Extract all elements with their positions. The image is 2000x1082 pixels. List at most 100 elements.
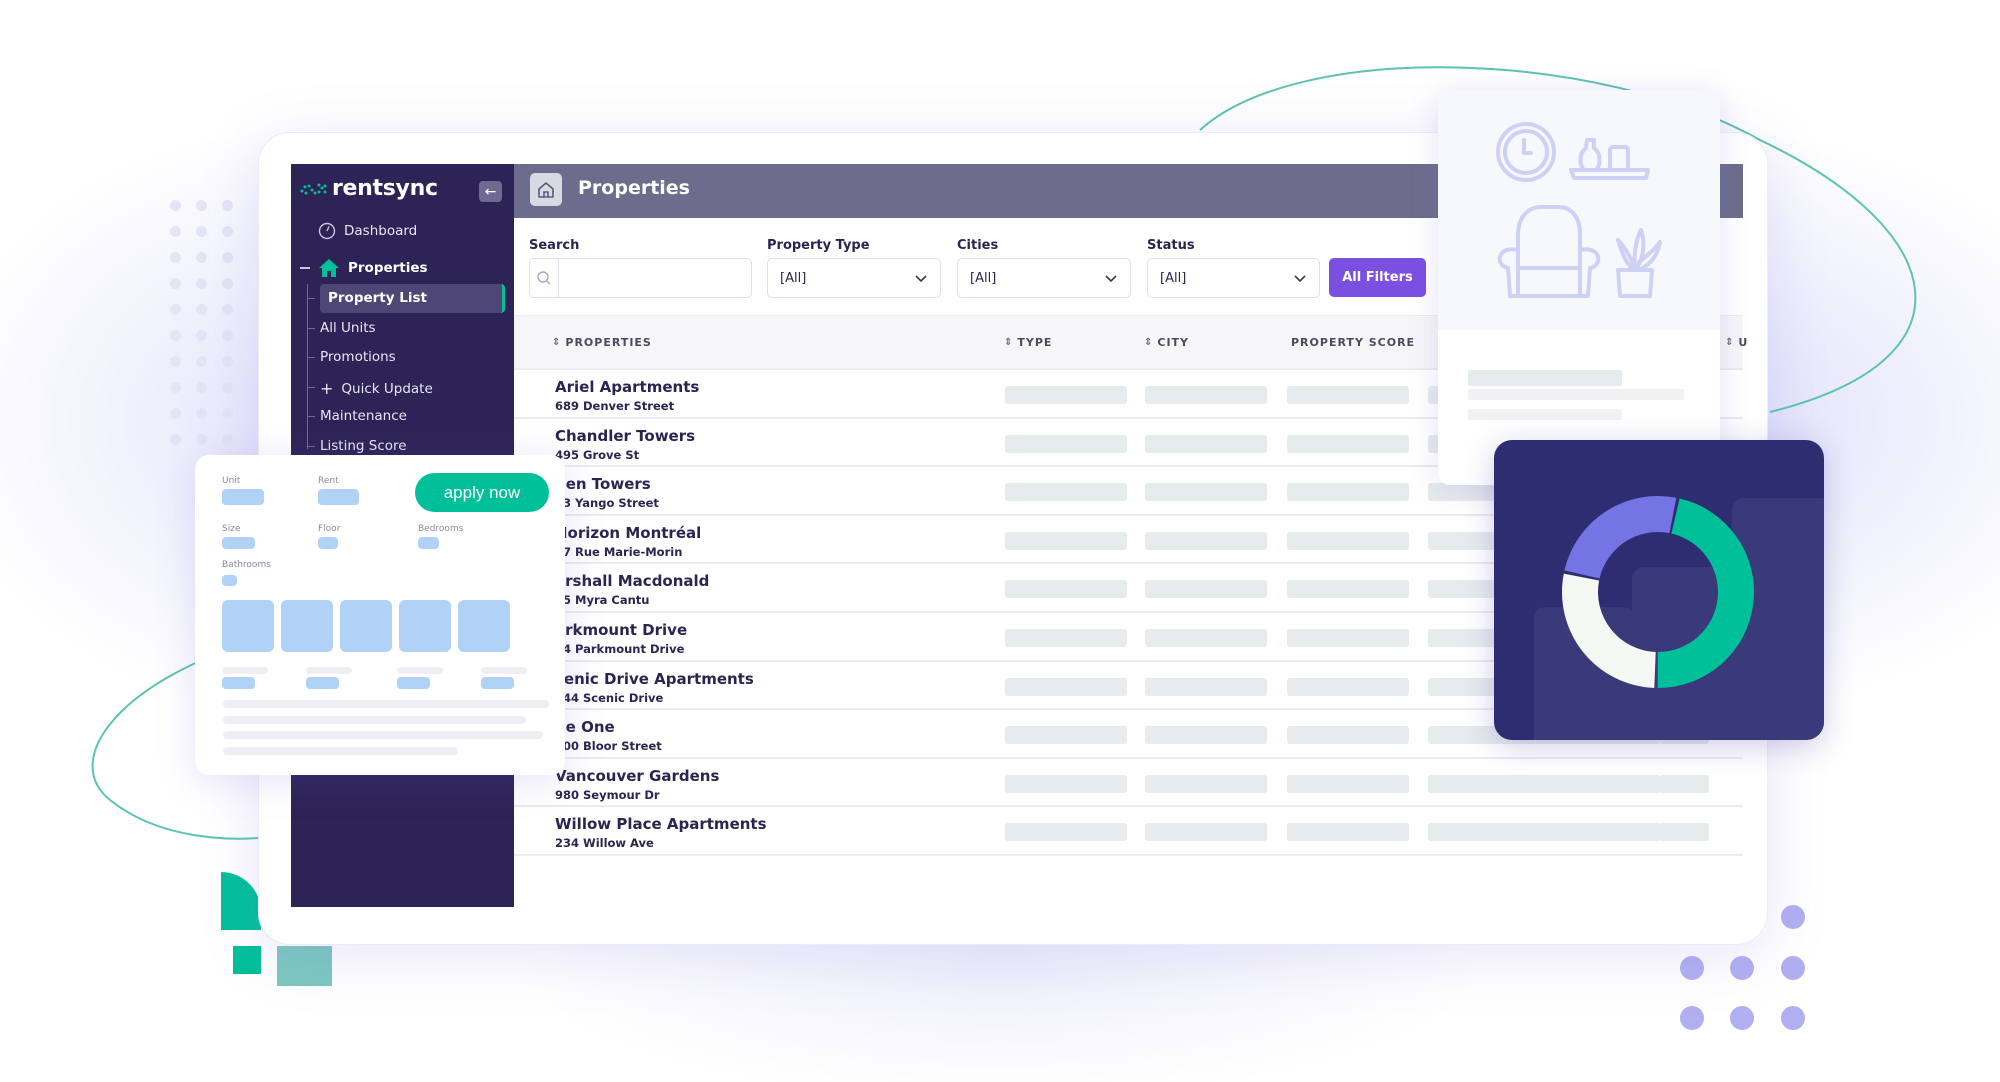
nav-tree-tick bbox=[307, 298, 315, 299]
decorative-teal-square bbox=[233, 946, 261, 974]
sidebar-item-label: Property List bbox=[328, 290, 427, 306]
sidebar-item-dashboard[interactable]: Dashboard bbox=[318, 222, 417, 240]
field-label-size: Size bbox=[222, 524, 241, 534]
cities-label: Cities bbox=[957, 238, 999, 253]
property-name[interactable]: Chandler Towers bbox=[555, 427, 695, 445]
sidebar-item-label: Properties bbox=[348, 260, 428, 276]
text-line-placeholder bbox=[223, 700, 549, 708]
status-label: Status bbox=[1147, 238, 1195, 253]
value-placeholder bbox=[222, 677, 255, 689]
text-line-placeholder bbox=[223, 731, 543, 739]
property-address: 73 Yango Street bbox=[555, 496, 659, 511]
table-row[interactable]: Vancouver Gardens 980 Seymour Dr bbox=[514, 759, 1743, 808]
field-value-placeholder bbox=[318, 537, 338, 549]
brand-logo[interactable]: rentsync bbox=[300, 176, 438, 201]
field-label-floor: Floor bbox=[318, 524, 341, 534]
collapse-sidebar-button[interactable]: ← bbox=[479, 181, 502, 202]
cell-placeholder bbox=[1145, 726, 1267, 745]
field-value-placeholder bbox=[222, 537, 255, 549]
text-placeholder bbox=[481, 667, 527, 674]
column-header-properties[interactable]: ⇕ PROPERTIES bbox=[552, 336, 652, 349]
cell-placeholder bbox=[1005, 531, 1127, 550]
page-title: Properties bbox=[578, 177, 690, 199]
cell-placeholder bbox=[1145, 580, 1267, 599]
nav-tree-tick bbox=[307, 416, 315, 417]
sidebar-item-label: Dashboard bbox=[344, 223, 418, 239]
cell-placeholder bbox=[1287, 726, 1409, 745]
property-address: 044 Scenic Drive bbox=[555, 690, 664, 705]
search-field[interactable] bbox=[529, 258, 752, 298]
value-placeholder bbox=[481, 677, 514, 689]
cell-placeholder bbox=[1428, 823, 1660, 842]
sidebar-item-label: Listing Score bbox=[320, 438, 407, 454]
property-address: 35 Myra Cantu bbox=[555, 593, 650, 608]
column-header-units[interactable]: ⇕ U bbox=[1725, 336, 1748, 349]
apply-now-button[interactable]: apply now bbox=[415, 473, 549, 512]
sort-icon: ⇕ bbox=[1725, 337, 1735, 348]
sidebar-item-all-units[interactable]: All Units bbox=[320, 320, 376, 336]
field-value-placeholder bbox=[222, 575, 237, 586]
search-input[interactable] bbox=[559, 259, 751, 297]
cell-placeholder bbox=[1287, 629, 1409, 647]
all-filters-button[interactable]: All Filters bbox=[1329, 258, 1426, 297]
status-select[interactable]: [All] bbox=[1147, 258, 1320, 298]
property-type-value: [All] bbox=[780, 270, 807, 286]
cell-placeholder bbox=[1428, 774, 1660, 793]
rentsync-logo-icon bbox=[300, 183, 327, 194]
nav-tree-tick bbox=[307, 387, 315, 388]
property-name[interactable]: Horizon Montréal bbox=[555, 524, 701, 542]
sidebar-item-properties[interactable]: Properties bbox=[300, 258, 428, 278]
column-header-type[interactable]: ⇕ TYPE bbox=[1004, 336, 1052, 349]
property-name[interactable]: arshall Macdonald bbox=[555, 572, 709, 590]
property-name[interactable]: Willow Place Apartments bbox=[555, 815, 767, 833]
property-address: 300 Bloor Street bbox=[555, 739, 662, 754]
title-placeholder bbox=[1468, 370, 1622, 386]
field-label-bathrooms: Bathrooms bbox=[222, 560, 271, 570]
property-name[interactable]: Ariel Apartments bbox=[555, 378, 699, 396]
sidebar-item-promotions[interactable]: Promotions bbox=[320, 349, 396, 365]
property-name[interactable]: arkmount Drive bbox=[555, 621, 687, 639]
text-placeholder bbox=[306, 667, 352, 674]
sidebar-item-label: Promotions bbox=[320, 349, 396, 365]
decorative-dot-grid bbox=[170, 200, 248, 460]
clock-icon bbox=[1496, 122, 1556, 182]
cell-placeholder bbox=[1005, 580, 1127, 599]
photo-thumbnail bbox=[222, 600, 274, 652]
sidebar-item-quick-update[interactable]: + Quick Update bbox=[320, 379, 433, 398]
property-name[interactable]: den Towers bbox=[555, 475, 651, 493]
sort-icon: ⇕ bbox=[1144, 337, 1154, 348]
search-icon bbox=[530, 259, 559, 297]
sort-icon: ⇕ bbox=[552, 337, 562, 348]
sidebar-item-property-list[interactable]: Property List bbox=[328, 290, 427, 306]
field-label-unit: Unit bbox=[222, 476, 241, 486]
cell-placeholder bbox=[1659, 823, 1709, 842]
donut-segment-teal bbox=[1657, 498, 1754, 688]
plant-icon bbox=[1616, 228, 1662, 298]
cell-placeholder bbox=[1145, 483, 1267, 502]
column-header-city[interactable]: ⇕ CITY bbox=[1144, 336, 1189, 349]
sidebar-item-maintenance[interactable]: Maintenance bbox=[320, 408, 407, 424]
field-value-placeholder bbox=[222, 489, 264, 505]
cell-placeholder bbox=[1287, 483, 1409, 502]
table-row[interactable]: Willow Place Apartments 234 Willow Ave bbox=[514, 807, 1743, 856]
furnishing-illustration bbox=[1496, 122, 1662, 298]
home-button[interactable] bbox=[530, 173, 562, 206]
nav-tree-line bbox=[307, 284, 308, 449]
cell-placeholder bbox=[1145, 531, 1267, 550]
brand-name: rentsync bbox=[332, 176, 438, 201]
column-header-property-score[interactable]: PROPERTY SCORE bbox=[1291, 336, 1415, 349]
cell-placeholder bbox=[1145, 774, 1267, 793]
property-name[interactable]: Vancouver Gardens bbox=[555, 767, 719, 785]
text-placeholder bbox=[1468, 409, 1622, 420]
property-name[interactable]: cenic Drive Apartments bbox=[555, 670, 754, 688]
sort-icon: ⇕ bbox=[1004, 337, 1014, 348]
cities-select[interactable]: [All] bbox=[957, 258, 1131, 298]
plus-icon: + bbox=[320, 379, 334, 398]
property-address: 34 Parkmount Drive bbox=[555, 642, 685, 656]
cell-placeholder bbox=[1287, 386, 1409, 404]
property-type-select[interactable]: [All] bbox=[767, 258, 941, 298]
chevron-down-icon bbox=[915, 274, 927, 282]
cell-placeholder bbox=[1287, 677, 1409, 696]
sidebar-item-listing-score[interactable]: Listing Score bbox=[320, 438, 407, 454]
home-outline-icon bbox=[538, 181, 554, 198]
